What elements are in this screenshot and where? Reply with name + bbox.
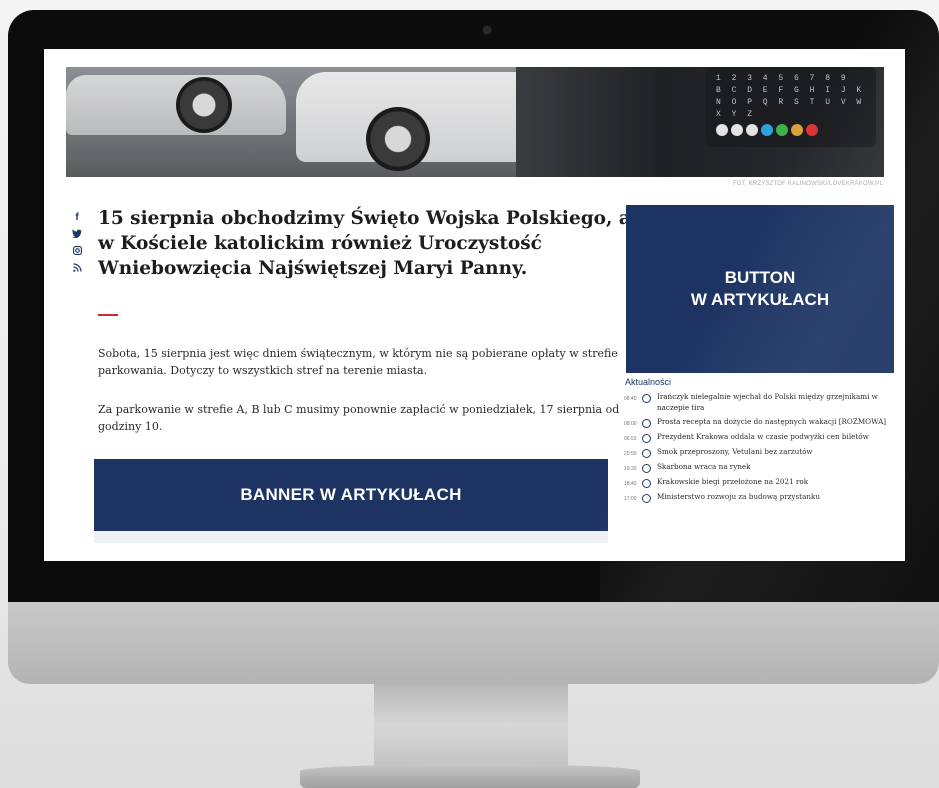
article-banner[interactable]: BANNER W ARTYKUŁACH bbox=[94, 459, 608, 531]
facebook-icon[interactable]: f bbox=[70, 212, 84, 229]
monitor-chin bbox=[8, 602, 939, 684]
keypad-row: X Y Z bbox=[716, 110, 756, 119]
timeline-dot-icon bbox=[642, 449, 651, 458]
news-section-title[interactable]: Aktualności bbox=[625, 377, 671, 387]
hero-image: 1 2 3 4 5 6 7 8 9 B C D E F G H I J K N … bbox=[66, 67, 884, 177]
keypad-row: N O P Q R S T U V W bbox=[716, 98, 865, 107]
news-time: 20:50 bbox=[624, 451, 637, 457]
camera-icon bbox=[483, 26, 491, 34]
news-item[interactable]: 08:40 Irańczyk nielegalnie wjechał do Po… bbox=[624, 392, 896, 413]
hero-wheel bbox=[176, 77, 232, 133]
news-headline[interactable]: Irańczyk nielegalnie wjechał do Polski m… bbox=[657, 392, 895, 413]
news-time: 06:53 bbox=[624, 436, 637, 442]
title-accent-line bbox=[98, 314, 118, 316]
keypad-row: B C D E F G H I J K bbox=[716, 86, 865, 95]
news-time: 19:30 bbox=[624, 466, 637, 472]
keypad-letters: 1 2 3 4 5 6 7 8 9 B C D E F G H I J K N … bbox=[716, 73, 866, 121]
banner-shadow bbox=[94, 531, 608, 543]
news-headline[interactable]: Ministerstwo rozwoju za budową przystank… bbox=[657, 492, 895, 503]
article-paragraph: Sobota, 15 sierpnia jest więc dniem świą… bbox=[98, 347, 618, 377]
monitor-stand-base bbox=[300, 764, 640, 788]
news-time: 17:00 bbox=[624, 496, 637, 502]
news-item[interactable]: 18:40 Krakowskie biegi przełożone na 202… bbox=[624, 477, 896, 488]
timeline-dot-icon bbox=[642, 464, 651, 473]
timeline-dot-icon bbox=[642, 394, 651, 403]
timeline-dot-icon bbox=[642, 419, 651, 428]
timeline-dot-icon bbox=[642, 434, 651, 443]
news-item[interactable]: 19:30 Skarbona wraca na rynek bbox=[624, 462, 896, 473]
timeline-dot-icon bbox=[642, 479, 651, 488]
sidebar-button-line: W ARTYKUŁACH bbox=[690, 290, 830, 309]
article-title: 15 sierpnia obchodzimy Święto Wojska Pol… bbox=[98, 208, 631, 279]
news-headline[interactable]: Prezydent Krakowa oddala w czasie podwyż… bbox=[657, 432, 895, 443]
news-time: 08:40 bbox=[624, 396, 637, 402]
article-paragraph: Za parkowanie w strefie A, B lub C musim… bbox=[98, 403, 620, 433]
news-headline[interactable]: Smok przeproszony, Vetulani bez zarzutów bbox=[657, 447, 895, 458]
news-item[interactable]: 17:00 Ministerstwo rozwoju za budową prz… bbox=[624, 492, 896, 503]
twitter-icon[interactable] bbox=[70, 229, 84, 246]
hero-wheel bbox=[366, 107, 430, 171]
webpage-screen: 1 2 3 4 5 6 7 8 9 B C D E F G H I J K N … bbox=[44, 49, 905, 561]
news-time: 18:40 bbox=[624, 481, 637, 487]
keypad-buttons bbox=[716, 123, 856, 139]
news-headline[interactable]: Krakowskie biegi przełożone na 2021 rok bbox=[657, 477, 895, 488]
news-headline[interactable]: Skarbona wraca na rynek bbox=[657, 462, 895, 473]
news-item[interactable]: 08:00 Prosta recepta na dożycie do nastę… bbox=[624, 417, 896, 428]
news-headline[interactable]: Prosta recepta na dożycie do następnych … bbox=[657, 417, 895, 428]
news-time: 08:00 bbox=[624, 421, 637, 427]
news-item[interactable]: 06:53 Prezydent Krakowa oddala w czasie … bbox=[624, 432, 896, 443]
news-item[interactable]: 20:50 Smok przeproszony, Vetulani bez za… bbox=[624, 447, 896, 458]
sidebar-button[interactable]: BUTTON W ARTYKUŁACH bbox=[626, 205, 894, 373]
keypad-row: 1 2 3 4 5 6 7 8 9 bbox=[716, 74, 849, 83]
photo-caption: FOT. KRZYSZTOF KALINOWSKI/LOVEKRAKOW.PL bbox=[732, 181, 883, 187]
rss-icon[interactable] bbox=[70, 263, 84, 280]
sidebar-button-line: BUTTON bbox=[724, 268, 796, 287]
timeline-dot-icon bbox=[642, 494, 651, 503]
instagram-icon[interactable] bbox=[70, 246, 84, 263]
news-list: 08:40 Irańczyk nielegalnie wjechał do Po… bbox=[624, 392, 896, 507]
social-share-bar: f bbox=[70, 212, 84, 280]
monitor-stand-neck bbox=[374, 684, 568, 766]
